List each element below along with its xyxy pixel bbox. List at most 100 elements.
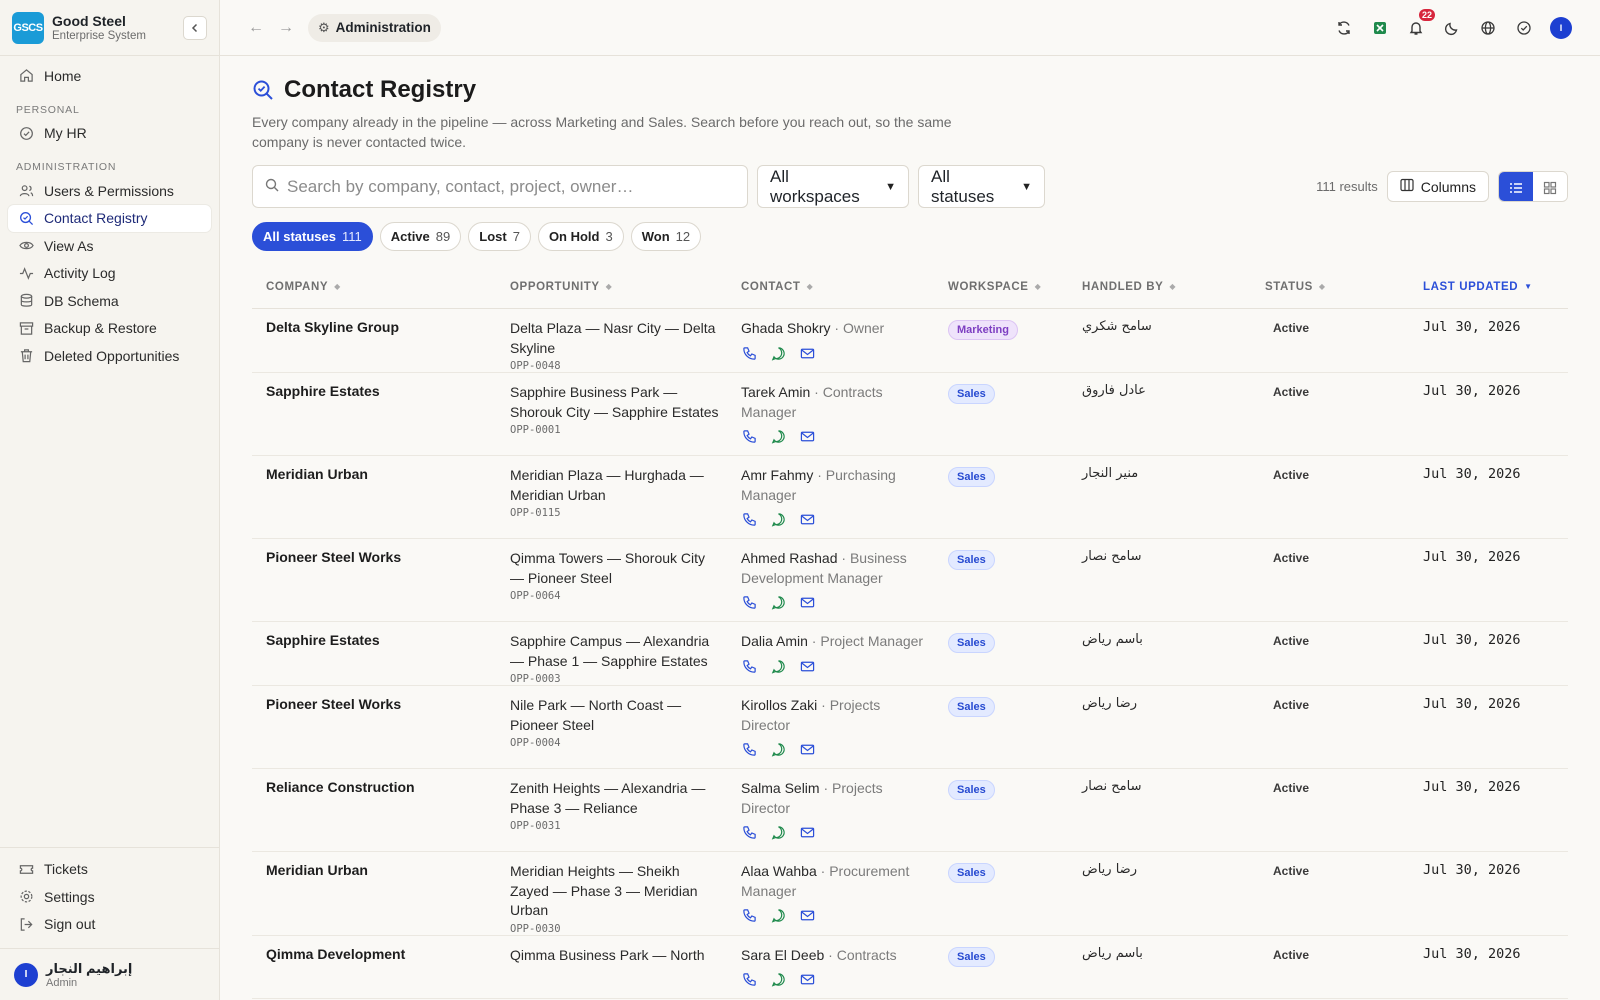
- status-badge: Active: [1273, 321, 1310, 335]
- brand-name: Good Steel: [52, 13, 126, 29]
- mail-icon[interactable]: [799, 594, 816, 611]
- sidebar-item-tickets[interactable]: Tickets: [8, 856, 211, 883]
- gear-icon: [18, 889, 34, 905]
- forward-arrow-icon[interactable]: →: [278, 19, 294, 37]
- main-content: Contact Registry Every company already i…: [252, 56, 1568, 999]
- phone-icon[interactable]: [741, 824, 758, 841]
- workspace-badge: Sales: [948, 863, 995, 883]
- sidebar-nav: Home PERSONAL My HR ADMINISTRATION Users…: [0, 56, 219, 376]
- sort-icon: ◆: [605, 282, 613, 291]
- mail-icon[interactable]: [799, 971, 816, 988]
- contact-name: Alaa Wahba: [741, 863, 817, 879]
- whatsapp-icon[interactable]: [770, 971, 787, 988]
- whatsapp-icon[interactable]: [770, 658, 787, 675]
- table-row[interactable]: Meridian Urban Meridian Heights — Sheikh …: [252, 852, 1568, 936]
- whatsapp-icon[interactable]: [770, 741, 787, 758]
- opportunity-code: OPP-0031: [510, 820, 561, 832]
- chip-on-hold[interactable]: On Hold 3: [537, 222, 624, 251]
- grid-view-button[interactable]: [1533, 172, 1567, 201]
- search-input[interactable]: [287, 176, 735, 197]
- phone-icon[interactable]: [741, 741, 758, 758]
- table-row[interactable]: Pioneer Steel Works Qimma Towers — Shorou…: [252, 539, 1568, 622]
- breadcrumb[interactable]: ⚙ Administration: [308, 13, 441, 42]
- table-row[interactable]: Sapphire Estates Sapphire Campus — Alexan…: [252, 622, 1568, 686]
- mail-icon[interactable]: [799, 511, 816, 528]
- whatsapp-icon[interactable]: [770, 824, 787, 841]
- company-name: Meridian Urban: [266, 466, 368, 482]
- whatsapp-icon[interactable]: [770, 907, 787, 924]
- sidebar-item-my-hr[interactable]: My HR: [8, 120, 211, 147]
- table-row[interactable]: Qimma Development Qimma Business Park — N…: [252, 936, 1568, 999]
- status-select[interactable]: All statuses ▼: [918, 165, 1045, 208]
- sidebar-item-deleted-opportunities[interactable]: Deleted Opportunities: [8, 342, 211, 369]
- column-header-last-updated[interactable]: LAST UPDATED ▼: [1409, 281, 1568, 293]
- status-badge: Active: [1273, 551, 1310, 565]
- whatsapp-icon[interactable]: [770, 428, 787, 445]
- column-header-company[interactable]: COMPANY ◆: [252, 281, 496, 293]
- table-row[interactable]: Meridian Urban Meridian Plaza — Hurghada …: [252, 456, 1568, 539]
- phone-icon[interactable]: [741, 907, 758, 924]
- table-row[interactable]: Delta Skyline Group Delta Plaza — Nasr Ci…: [252, 309, 1568, 373]
- column-header-workspace[interactable]: WORKSPACE ◆: [934, 281, 1068, 293]
- column-header-contact[interactable]: CONTACT ◆: [727, 281, 934, 293]
- opportunity-code: OPP-0030: [510, 922, 561, 935]
- opportunity-name: Zenith Heights — Alexandria — Phase 3 — …: [510, 780, 706, 816]
- moon-icon[interactable]: [1442, 18, 1462, 38]
- phone-icon[interactable]: [741, 345, 758, 362]
- brand: GSCS Good Steel Enterprise System: [0, 0, 219, 56]
- search-box[interactable]: [252, 165, 748, 208]
- list-view-button[interactable]: [1499, 172, 1533, 201]
- sidebar-item-sign-out[interactable]: Sign out: [8, 911, 211, 938]
- bell-icon[interactable]: 22: [1406, 8, 1435, 38]
- mail-icon[interactable]: [799, 345, 816, 362]
- phone-icon[interactable]: [741, 428, 758, 445]
- current-user[interactable]: I إبراهيم النجار Admin: [0, 948, 219, 1000]
- column-header-status[interactable]: STATUS ◆: [1251, 281, 1409, 293]
- sidebar-item-backup-restore[interactable]: Backup & Restore: [8, 315, 211, 342]
- chip-count: 12: [675, 229, 691, 244]
- sidebar-item-view-as[interactable]: View As: [8, 232, 211, 259]
- sidebar-item-db-schema[interactable]: DB Schema: [8, 287, 211, 314]
- mail-icon[interactable]: [799, 741, 816, 758]
- last-updated: Jul 30, 2026: [1423, 862, 1521, 878]
- workspace-select-value: All workspaces: [770, 166, 860, 206]
- globe-icon[interactable]: [1478, 18, 1498, 38]
- table-row[interactable]: Reliance Construction Zenith Heights — Al…: [252, 769, 1568, 852]
- mail-icon[interactable]: [799, 907, 816, 924]
- refresh-icon[interactable]: [1334, 18, 1354, 38]
- sidebar-item-settings[interactable]: Settings: [8, 883, 211, 910]
- table-row[interactable]: Sapphire Estates Sapphire Business Park —…: [252, 373, 1568, 456]
- avatar[interactable]: I: [1550, 16, 1572, 39]
- column-header-opportunity[interactable]: OPPORTUNITY ◆: [496, 281, 727, 293]
- phone-icon[interactable]: [741, 511, 758, 528]
- whatsapp-icon[interactable]: [770, 511, 787, 528]
- back-arrow-icon[interactable]: ←: [248, 19, 264, 37]
- sidebar-item-home[interactable]: Home: [8, 62, 211, 89]
- phone-icon[interactable]: [741, 594, 758, 611]
- collapse-sidebar-button[interactable]: [183, 15, 207, 40]
- mail-icon[interactable]: [799, 658, 816, 675]
- column-header-label: OPPORTUNITY: [510, 280, 600, 293]
- breadcrumb-label: Administration: [335, 20, 431, 35]
- workspace-select[interactable]: All workspaces ▼: [757, 165, 909, 208]
- chip-active[interactable]: Active 89: [379, 222, 462, 251]
- mail-icon[interactable]: [799, 824, 816, 841]
- sidebar-item-users-permissions[interactable]: Users & Permissions: [8, 177, 211, 204]
- spreadsheet-icon[interactable]: [1370, 18, 1390, 38]
- sidebar: GSCS Good Steel Enterprise System Home P…: [0, 0, 220, 1000]
- column-header-handled-by[interactable]: HANDLED BY ◆: [1068, 281, 1251, 293]
- sidebar-item-activity-log[interactable]: Activity Log: [8, 260, 211, 287]
- sidebar-item-contact-registry[interactable]: Contact Registry: [8, 204, 211, 232]
- whatsapp-icon[interactable]: [770, 345, 787, 362]
- check-circle-icon[interactable]: [1514, 18, 1534, 38]
- table-row[interactable]: Pioneer Steel Works Nile Park — North Coa…: [252, 686, 1568, 769]
- columns-button[interactable]: Columns: [1386, 171, 1489, 202]
- whatsapp-icon[interactable]: [770, 594, 787, 611]
- chip-lost[interactable]: Lost 7: [468, 222, 531, 251]
- chip-won[interactable]: Won 12: [630, 222, 702, 251]
- workspace-badge: Sales: [948, 946, 995, 967]
- chip-all-statuses[interactable]: All statuses 111: [252, 222, 373, 251]
- phone-icon[interactable]: [741, 658, 758, 675]
- phone-icon[interactable]: [741, 971, 758, 988]
- mail-icon[interactable]: [799, 428, 816, 445]
